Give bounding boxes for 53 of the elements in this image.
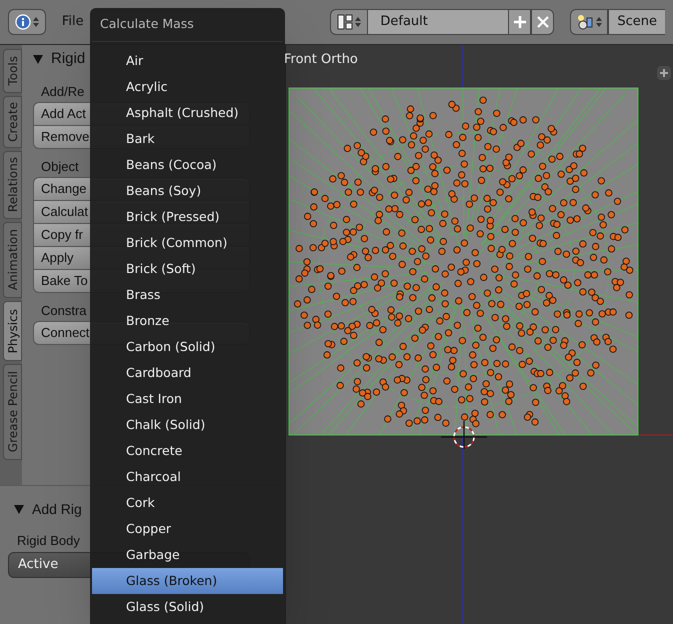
scene-name-field[interactable]: Scene bbox=[608, 9, 665, 35]
x-axis-line bbox=[636, 434, 673, 436]
layout-icon bbox=[337, 14, 354, 30]
side-tab[interactable]: Physics bbox=[3, 301, 22, 361]
editor-type-button[interactable] bbox=[8, 9, 46, 35]
menu-item[interactable]: Glass (Broken) bbox=[92, 568, 283, 594]
scene-icon bbox=[576, 13, 594, 31]
layout-name-field[interactable]: Default bbox=[368, 9, 508, 35]
updown-arrows-icon bbox=[32, 16, 39, 28]
section-label: Constra bbox=[41, 302, 87, 320]
close-icon bbox=[536, 16, 549, 28]
menu-item[interactable]: Air bbox=[92, 48, 283, 74]
menu-item[interactable]: Acrylic bbox=[92, 74, 283, 100]
menu-item[interactable]: Concrete bbox=[92, 438, 283, 464]
updown-arrows-icon bbox=[596, 16, 602, 28]
menu-item[interactable]: Garbage bbox=[92, 542, 283, 568]
menu-item[interactable]: Brass bbox=[92, 282, 283, 308]
menu-item[interactable]: Brick (Common) bbox=[92, 230, 283, 256]
menu-item[interactable]: Glass (Solid) bbox=[92, 594, 283, 620]
expand-triangle-icon[interactable] bbox=[14, 504, 24, 514]
menu-item[interactable]: Cardboard bbox=[92, 360, 283, 386]
menu-item[interactable]: Brick (Soft) bbox=[92, 256, 283, 282]
3d-cursor-icon bbox=[440, 420, 488, 450]
info-icon bbox=[14, 14, 31, 30]
layout-button[interactable] bbox=[330, 9, 368, 35]
menu-item[interactable]: Bronze bbox=[92, 308, 283, 334]
menu-item[interactable]: Beans (Soy) bbox=[92, 178, 283, 204]
menu-item[interactable]: Bark bbox=[92, 126, 283, 152]
menu-item[interactable]: Cast Iron bbox=[92, 386, 283, 412]
menu-item[interactable]: Copper bbox=[92, 516, 283, 542]
expand-button[interactable] bbox=[657, 66, 671, 80]
panel-title[interactable]: Rigid bbox=[51, 48, 86, 70]
menu-item[interactable]: File bbox=[54, 12, 92, 32]
menu-item[interactable]: Beans (Cocoa) bbox=[92, 152, 283, 178]
section-label: Add/Re bbox=[41, 83, 84, 102]
panel-title[interactable]: Add Rig bbox=[32, 498, 82, 520]
menu-item[interactable]: Cork bbox=[92, 490, 283, 516]
field-label: Rigid Body bbox=[17, 532, 80, 550]
menu-item[interactable]: Carbon (Solid) bbox=[92, 334, 283, 360]
menu-item[interactable]: Chalk (Solid) bbox=[92, 412, 283, 438]
menu-title: Calculate Mass bbox=[92, 8, 283, 42]
add-button[interactable] bbox=[508, 9, 532, 35]
expand-triangle-icon[interactable] bbox=[33, 54, 43, 64]
close-button[interactable] bbox=[531, 9, 554, 35]
scene-button[interactable] bbox=[570, 9, 608, 35]
viewport-label: Front Ortho bbox=[284, 51, 358, 69]
menu-item[interactable]: Charcoal bbox=[92, 464, 283, 490]
menu-item[interactable]: Asphalt (Crushed) bbox=[92, 100, 283, 126]
updown-arrows-icon bbox=[355, 16, 362, 28]
plus-icon bbox=[660, 69, 668, 77]
section-label: Object bbox=[41, 158, 79, 176]
menu-item[interactable]: Brick (Pressed) bbox=[92, 204, 283, 230]
plus-icon bbox=[512, 15, 527, 29]
